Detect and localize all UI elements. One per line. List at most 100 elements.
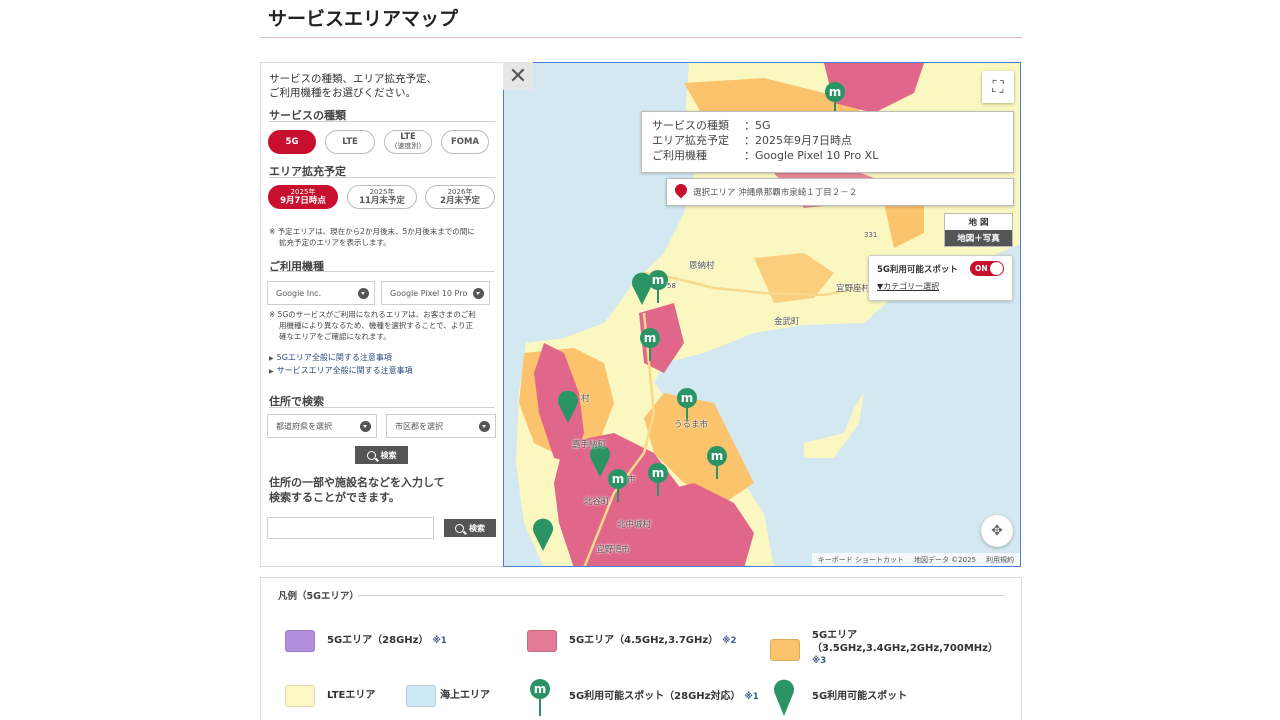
legend-ref: ※1 xyxy=(432,636,447,646)
divider xyxy=(269,407,495,408)
place-label: 宜野湾市 xyxy=(596,545,631,555)
legend-swatch-45ghz xyxy=(527,630,557,652)
service-lte-speed-button[interactable]: LTE (速度別) xyxy=(384,130,432,154)
info-key: サービスの種類 xyxy=(652,119,729,132)
note-line: 確なエリアをご確認になれます。 xyxy=(279,332,391,341)
info-value: ：Google Pixel 10 Pro XL xyxy=(744,149,879,162)
note-line: ※ 5Gのサービスがご利用になれるエリアは、お客さまのご利 xyxy=(269,310,476,319)
service-5g-button[interactable]: 5G xyxy=(268,130,316,154)
spot-pin-icon[interactable] xyxy=(557,389,579,423)
info-row: エリア拡充予定 ：2025年9月7日時点 xyxy=(652,133,1003,148)
coverage-map[interactable]: m m m m m m m 恩納村 金武町 宜野座村 うるま市 嘉手納町 北谷町… xyxy=(503,62,1021,567)
service-lte-button[interactable]: LTE xyxy=(325,130,375,154)
legend-label: LTEエリア xyxy=(327,690,376,701)
pill-label: FOMA xyxy=(450,136,480,147)
area-caution-link[interactable]: サービスエリア全般に関する注意事項 xyxy=(269,365,413,376)
road-331-label: 331 xyxy=(864,231,878,239)
divider xyxy=(358,595,1004,596)
info-key: エリア拡充予定 xyxy=(652,134,729,147)
legend-item: 5Gエリア （3.5GHz,3.4GHz,2GHz,700MHz） ※3 xyxy=(812,629,998,668)
place-label: うるま市 xyxy=(674,420,709,430)
fullscreen-icon[interactable]: ⛶ xyxy=(982,71,1014,103)
m-spot-pin-icon[interactable]: m xyxy=(676,387,698,421)
legend-item: 5G利用可能スポット xyxy=(812,690,907,703)
legend-ref: ※3 xyxy=(812,656,827,666)
selected-area-box: 選択エリア 沖縄県那覇市泉崎１丁目２－２ xyxy=(666,178,1014,206)
info-row: ご利用機種 ：Google Pixel 10 Pro XL xyxy=(652,148,1003,163)
legend-label: 5Gエリア（28GHz） xyxy=(327,635,429,646)
chevron-down-icon xyxy=(358,288,369,299)
page-title: サービスエリアマップ xyxy=(268,8,459,30)
maker-select[interactable]: Google Inc. xyxy=(267,281,375,305)
spot-filter-box: 5G利用可能スポット ON ▼カテゴリー選択 xyxy=(868,255,1013,301)
plan-current-button[interactable]: 2025年 9月7日時点 xyxy=(268,185,338,209)
selected-area-text: 選択エリア 沖縄県那覇市泉崎１丁目２－２ xyxy=(693,188,858,198)
legend-label: （3.5GHz,3.4GHz,2GHz,700MHz） xyxy=(812,643,998,654)
legend-item: LTEエリア xyxy=(327,689,375,702)
select-value: Google Inc. xyxy=(276,288,322,298)
pill-label: LTE xyxy=(342,136,358,147)
keyword-search-input[interactable] xyxy=(267,517,434,539)
legend-title: 凡例（5Gエリア） xyxy=(278,591,359,602)
pill-label: 5G xyxy=(285,136,299,147)
svg-text:m: m xyxy=(644,331,657,345)
place-label: 恩納村 xyxy=(689,261,715,271)
legend-ref: ※1 xyxy=(744,692,759,702)
legend-item: 海上エリア xyxy=(440,689,490,702)
map-type-switch: 地 図 地図＋写真 xyxy=(944,213,1013,247)
legend-ref: ※2 xyxy=(722,636,737,646)
m-spot-pin-icon[interactable]: m xyxy=(639,327,661,361)
divider xyxy=(269,121,495,122)
button-label: 検索 xyxy=(469,523,485,533)
legend-swatch-28ghz xyxy=(285,630,315,652)
svg-text:m: m xyxy=(711,449,724,463)
free-search-note: 住所の一部や施設名などを入力して 検索することができます。 xyxy=(269,475,445,505)
spot-toggle[interactable]: ON xyxy=(970,261,1004,276)
button-label: 検索 xyxy=(380,450,397,460)
address-search-button[interactable]: 検索 xyxy=(355,446,408,464)
svg-text:m: m xyxy=(681,391,694,405)
service-foma-button[interactable]: FOMA xyxy=(441,130,489,154)
close-icon[interactable]: ✕ xyxy=(503,62,533,90)
select-value: Google Pixel 10 Pro xyxy=(390,288,468,298)
m-spot-pin-icon[interactable]: m xyxy=(647,269,669,303)
model-select[interactable]: Google Pixel 10 Pro xyxy=(381,281,490,305)
terms-link[interactable]: 利用規約 xyxy=(986,555,1014,565)
city-select[interactable]: 市区郡を選択 xyxy=(386,414,496,438)
road-58-label: 58 xyxy=(667,282,676,290)
keyboard-shortcuts-link[interactable]: キーボード ショートカット xyxy=(818,555,904,565)
m-spot-pin-icon[interactable]: m xyxy=(647,462,669,496)
m-spot-pin-icon: m xyxy=(530,679,550,716)
place-label: 宜野座村 xyxy=(836,284,871,294)
m-spot-pin-icon[interactable]: m xyxy=(607,468,629,502)
keyword-search-button[interactable]: 検索 xyxy=(444,519,496,537)
plan-feb-button[interactable]: 2026年 2月末予定 xyxy=(425,185,495,209)
note-line: 検索することができます。 xyxy=(269,491,400,504)
prefecture-select[interactable]: 都道府県を選択 xyxy=(267,414,377,438)
legend-item: 5G利用可能スポット（28GHz対応） ※1 xyxy=(569,690,759,704)
map-footer: キーボード ショートカット 地図データ ©2025 利用規約 xyxy=(811,553,1020,566)
chevron-down-icon xyxy=(473,288,484,299)
legend-item: 5Gエリア（4.5GHz,3.7GHz） ※2 xyxy=(569,634,736,648)
legend-item: 5Gエリア（28GHz） ※1 xyxy=(327,634,447,648)
5g-caution-link[interactable]: 5Gエリア全般に関する注意事項 xyxy=(269,352,392,363)
pill-label: 9月7日時点 xyxy=(280,196,326,206)
plan-nov-button[interactable]: 2025年 11月末予定 xyxy=(347,185,417,209)
category-select-link[interactable]: ▼カテゴリー選択 xyxy=(877,281,1004,292)
place-label: 金武町 xyxy=(774,317,800,327)
legend-swatch-sea xyxy=(406,685,436,707)
intro-line: ご利用機種をお選びください。 xyxy=(269,87,416,99)
m-spot-pin-icon[interactable]: m xyxy=(824,81,846,115)
select-value: 市区郡を選択 xyxy=(395,421,443,431)
pill-label: 11月末予定 xyxy=(359,196,405,206)
info-value: ：2025年9月7日時点 xyxy=(744,134,852,147)
map-type-satellite-button[interactable]: 地図＋写真 xyxy=(945,230,1012,246)
place-label: 村 xyxy=(581,394,590,404)
legend-label: 5G利用可能スポット xyxy=(812,691,908,702)
m-spot-pin-icon[interactable]: m xyxy=(706,445,728,479)
pan-control-icon[interactable]: ✥ xyxy=(981,515,1013,547)
spot-pin-icon[interactable] xyxy=(532,517,554,551)
map-type-map-button[interactable]: 地 図 xyxy=(945,214,1012,230)
info-value: ：5G xyxy=(744,119,771,132)
svg-text:m: m xyxy=(652,273,665,287)
